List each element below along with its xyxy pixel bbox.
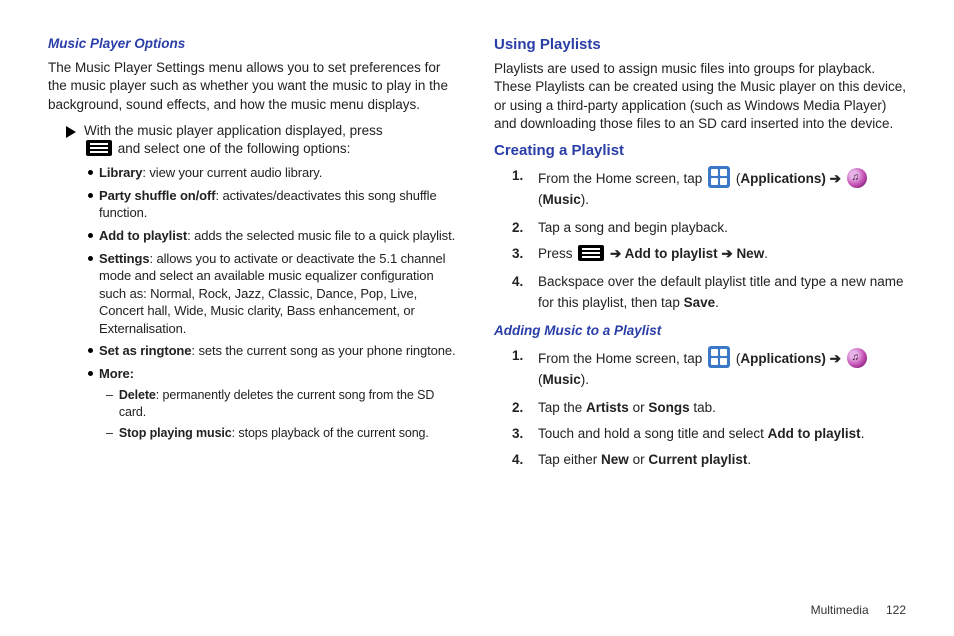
arrow-text-1: With the music player application displa… xyxy=(84,123,383,138)
footer-page-number: 122 xyxy=(886,603,906,617)
page-footer: Multimedia 122 xyxy=(811,602,906,618)
option-settings: Settings: allows you to activate or deac… xyxy=(88,250,460,338)
heading-adding-music: Adding Music to a Playlist xyxy=(494,322,906,340)
bullet-icon xyxy=(88,371,93,376)
add-step-4: 4. Tap either New or Current playlist. xyxy=(512,451,906,469)
create-step-4: 4. Backspace over the default playlist t… xyxy=(512,272,906,314)
bullet-icon xyxy=(88,348,93,353)
add-step-1: 1. From the Home screen, tap (Applicatio… xyxy=(512,346,906,391)
dash-icon: – xyxy=(106,425,113,442)
bullet-icon xyxy=(88,256,93,261)
heading-using-playlists: Using Playlists xyxy=(494,35,906,55)
option-add-to-playlist: Add to playlist: adds the selected music… xyxy=(88,227,460,245)
create-step-3: 3. Press ➔ Add to playlist ➔ New. xyxy=(512,245,906,263)
right-column: Using Playlists Playlists are used to as… xyxy=(494,35,906,477)
create-step-2: 2. Tap a song and begin playback. xyxy=(512,219,906,237)
option-set-as-ringtone: Set as ringtone: sets the current song a… xyxy=(88,342,460,360)
left-column: Music Player Options The Music Player Se… xyxy=(48,35,460,477)
triangle-bullet-icon xyxy=(66,126,76,138)
applications-icon xyxy=(708,166,730,188)
add-step-3: 3. Touch and hold a song title and selec… xyxy=(512,425,906,443)
menu-icon xyxy=(578,245,604,261)
menu-icon xyxy=(86,140,112,156)
heading-music-player-options: Music Player Options xyxy=(48,35,460,53)
bullet-icon xyxy=(88,233,93,238)
dash-icon: – xyxy=(106,387,113,404)
footer-section: Multimedia xyxy=(811,603,869,617)
bullet-icon xyxy=(88,170,93,175)
arrow-text-2: and select one of the following options: xyxy=(118,141,351,156)
add-step-2: 2. Tap the Artists or Songs tab. xyxy=(512,399,906,417)
option-more: More: xyxy=(88,365,460,383)
music-icon xyxy=(847,168,867,188)
heading-creating-playlist: Creating a Playlist xyxy=(494,141,906,161)
more-stop-playing: – Stop playing music: stops playback of … xyxy=(106,425,460,442)
playlists-paragraph: Playlists are used to assign music files… xyxy=(494,60,906,133)
intro-paragraph: The Music Player Settings menu allows yo… xyxy=(48,59,460,114)
applications-icon xyxy=(708,346,730,368)
more-delete: – Delete: permanently deletes the curren… xyxy=(106,387,460,421)
music-icon xyxy=(847,348,867,368)
option-library: Library: view your current audio library… xyxy=(88,164,460,182)
bullet-icon xyxy=(88,193,93,198)
triangle-step: With the music player application displa… xyxy=(48,122,460,158)
create-step-1: 1. From the Home screen, tap (Applicatio… xyxy=(512,166,906,211)
option-party-shuffle: Party shuffle on/off: activates/deactiva… xyxy=(88,187,460,222)
